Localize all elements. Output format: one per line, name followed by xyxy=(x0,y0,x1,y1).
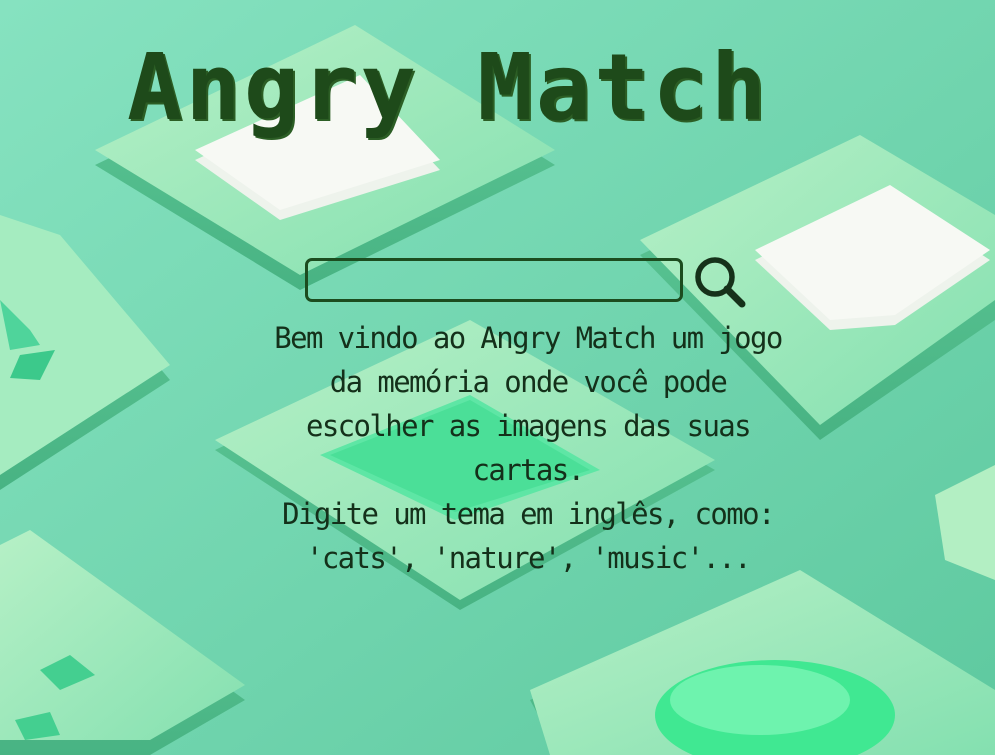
search-input[interactable] xyxy=(305,258,683,302)
welcome-text: Bem vindo ao Angry Match um jogo da memó… xyxy=(270,316,786,580)
search-icon xyxy=(695,257,746,308)
search-button[interactable] xyxy=(690,252,750,312)
game-title: Angry Match xyxy=(127,34,770,141)
welcome-paragraph-intro: Bem vindo ao Angry Match um jogo da memó… xyxy=(274,321,783,487)
welcome-paragraph-instructions: Digite um tema em inglês, como: 'cats', … xyxy=(282,497,775,575)
